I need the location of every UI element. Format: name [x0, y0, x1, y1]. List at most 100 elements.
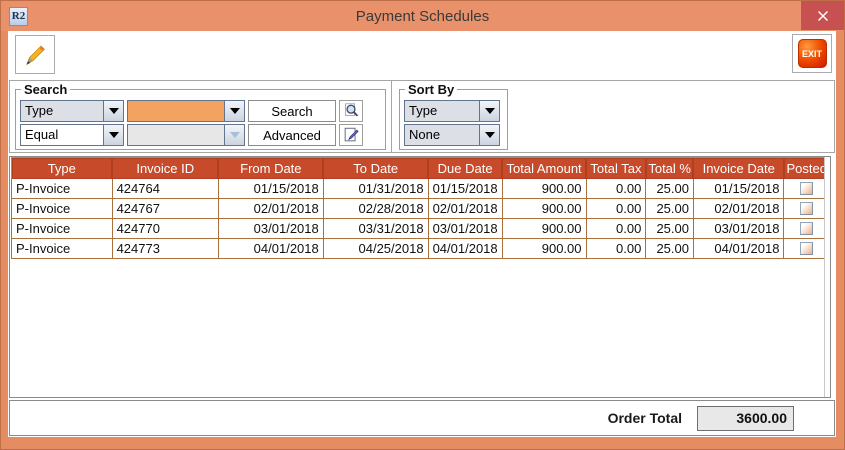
payment-schedule-table: TypeInvoice IDFrom DateTo DateDue DateTo…	[11, 157, 830, 259]
table-cell[interactable]: 02/01/2018	[693, 199, 783, 219]
table-cell[interactable]: 25.00	[646, 179, 694, 199]
titlebar: R2 Payment Schedules	[1, 1, 844, 31]
table-body: P-Invoice42476401/15/201801/31/201801/15…	[12, 179, 830, 259]
search-icon-button[interactable]	[339, 100, 363, 122]
table-cell[interactable]: 01/31/2018	[323, 179, 428, 199]
chevron-down-icon[interactable]	[224, 101, 244, 121]
toolbar: EXIT	[8, 31, 836, 79]
table-cell[interactable]: 0.00	[586, 219, 646, 239]
table-cell[interactable]: 02/01/2018	[218, 199, 323, 219]
advanced-search-icon-button[interactable]	[339, 124, 363, 146]
posted-checkbox[interactable]	[800, 222, 813, 235]
chevron-down-icon[interactable]	[103, 101, 123, 121]
table-cell[interactable]: 03/01/2018	[428, 219, 502, 239]
table-scrollbar[interactable]	[824, 157, 830, 397]
table-cell[interactable]: 25.00	[646, 239, 694, 259]
table-cell[interactable]: 02/28/2018	[323, 199, 428, 219]
search-field-combobox[interactable]: Type	[20, 100, 124, 122]
order-total-label: Order Total	[608, 410, 682, 426]
edit-button[interactable]	[15, 35, 55, 74]
table-cell[interactable]: 03/31/2018	[323, 219, 428, 239]
posted-cell[interactable]	[784, 199, 830, 219]
search-value-combobox[interactable]	[127, 100, 245, 122]
column-header[interactable]: Due Date	[428, 158, 502, 179]
chevron-down-icon[interactable]	[103, 125, 123, 145]
search-operator-value: Equal	[21, 125, 103, 145]
sort-primary-combobox[interactable]: Type	[404, 100, 500, 122]
table-cell[interactable]: 04/25/2018	[323, 239, 428, 259]
table-row[interactable]: P-Invoice42476702/01/201802/28/201802/01…	[12, 199, 830, 219]
r2-app-icon: R2	[9, 7, 28, 26]
table-cell[interactable]: P-Invoice	[12, 219, 113, 239]
posted-checkbox[interactable]	[800, 182, 813, 195]
column-header[interactable]: To Date	[323, 158, 428, 179]
sortby-group: Sort By Type None	[399, 82, 508, 150]
table-cell[interactable]: 424767	[112, 199, 218, 219]
footer-panel: Order Total 3600.00	[9, 400, 835, 436]
search-value-field[interactable]	[128, 101, 224, 121]
table-cell[interactable]: 0.00	[586, 199, 646, 219]
column-header[interactable]: From Date	[218, 158, 323, 179]
column-header[interactable]: Type	[12, 158, 113, 179]
payment-schedules-window: R2 Payment Schedules EXIT	[0, 0, 845, 450]
column-header[interactable]: Invoice Date	[693, 158, 783, 179]
table-cell[interactable]: 0.00	[586, 179, 646, 199]
column-header[interactable]: Total Tax	[586, 158, 646, 179]
column-header[interactable]: Invoice ID	[112, 158, 218, 179]
table-cell[interactable]: 04/01/2018	[693, 239, 783, 259]
search-operator-combobox[interactable]: Equal	[20, 124, 124, 146]
sort-secondary-combobox[interactable]: None	[404, 124, 500, 146]
table-cell[interactable]: 900.00	[502, 239, 586, 259]
posted-cell[interactable]	[784, 179, 830, 199]
sort-primary-value: Type	[405, 101, 479, 121]
table-cell[interactable]: 25.00	[646, 219, 694, 239]
window-content: EXIT Search Type Search	[8, 31, 836, 437]
search-button[interactable]: Search	[248, 100, 336, 122]
table-cell[interactable]: 02/01/2018	[428, 199, 502, 219]
table-row[interactable]: P-Invoice42477304/01/201804/25/201804/01…	[12, 239, 830, 259]
table-cell[interactable]: 900.00	[502, 219, 586, 239]
close-button[interactable]	[801, 1, 844, 30]
posted-cell[interactable]	[784, 239, 830, 259]
sort-secondary-value: None	[405, 125, 479, 145]
table-cell[interactable]: P-Invoice	[12, 239, 113, 259]
table-cell[interactable]: P-Invoice	[12, 199, 113, 219]
search-field-value: Type	[21, 101, 103, 121]
table-cell[interactable]: 01/15/2018	[218, 179, 323, 199]
search-operand-combobox[interactable]	[127, 124, 245, 146]
chevron-down-icon[interactable]	[479, 125, 499, 145]
column-header[interactable]: Total %	[646, 158, 694, 179]
table-cell[interactable]: 900.00	[502, 179, 586, 199]
filter-panel: Search Type Search	[9, 80, 835, 153]
close-icon	[817, 10, 829, 22]
table-cell[interactable]: 424770	[112, 219, 218, 239]
table-cell[interactable]: 03/01/2018	[218, 219, 323, 239]
table-cell[interactable]: 424764	[112, 179, 218, 199]
table-cell[interactable]: 03/01/2018	[693, 219, 783, 239]
search-group: Search Type Search	[15, 82, 386, 150]
table-row[interactable]: P-Invoice42477003/01/201803/31/201803/01…	[12, 219, 830, 239]
table-cell[interactable]: 0.00	[586, 239, 646, 259]
table-header-row: TypeInvoice IDFrom DateTo DateDue DateTo…	[12, 158, 830, 179]
posted-checkbox[interactable]	[800, 202, 813, 215]
table-cell[interactable]: 25.00	[646, 199, 694, 219]
sortby-group-label: Sort By	[405, 82, 457, 97]
chevron-down-icon	[224, 125, 244, 145]
table-cell[interactable]: 900.00	[502, 199, 586, 219]
table-row[interactable]: P-Invoice42476401/15/201801/31/201801/15…	[12, 179, 830, 199]
chevron-down-icon[interactable]	[479, 101, 499, 121]
posted-cell[interactable]	[784, 219, 830, 239]
table-cell[interactable]: P-Invoice	[12, 179, 113, 199]
search-group-label: Search	[21, 82, 70, 97]
table-cell[interactable]: 424773	[112, 239, 218, 259]
advanced-button[interactable]: Advanced	[248, 124, 336, 146]
table-cell[interactable]: 01/15/2018	[693, 179, 783, 199]
exit-button[interactable]: EXIT	[792, 34, 832, 73]
table-cell[interactable]: 04/01/2018	[218, 239, 323, 259]
search-operand-value	[128, 125, 224, 145]
column-header[interactable]: Posted	[784, 158, 830, 179]
posted-checkbox[interactable]	[800, 242, 813, 255]
column-header[interactable]: Total Amount	[502, 158, 586, 179]
table-cell[interactable]: 01/15/2018	[428, 179, 502, 199]
table-cell[interactable]: 04/01/2018	[428, 239, 502, 259]
